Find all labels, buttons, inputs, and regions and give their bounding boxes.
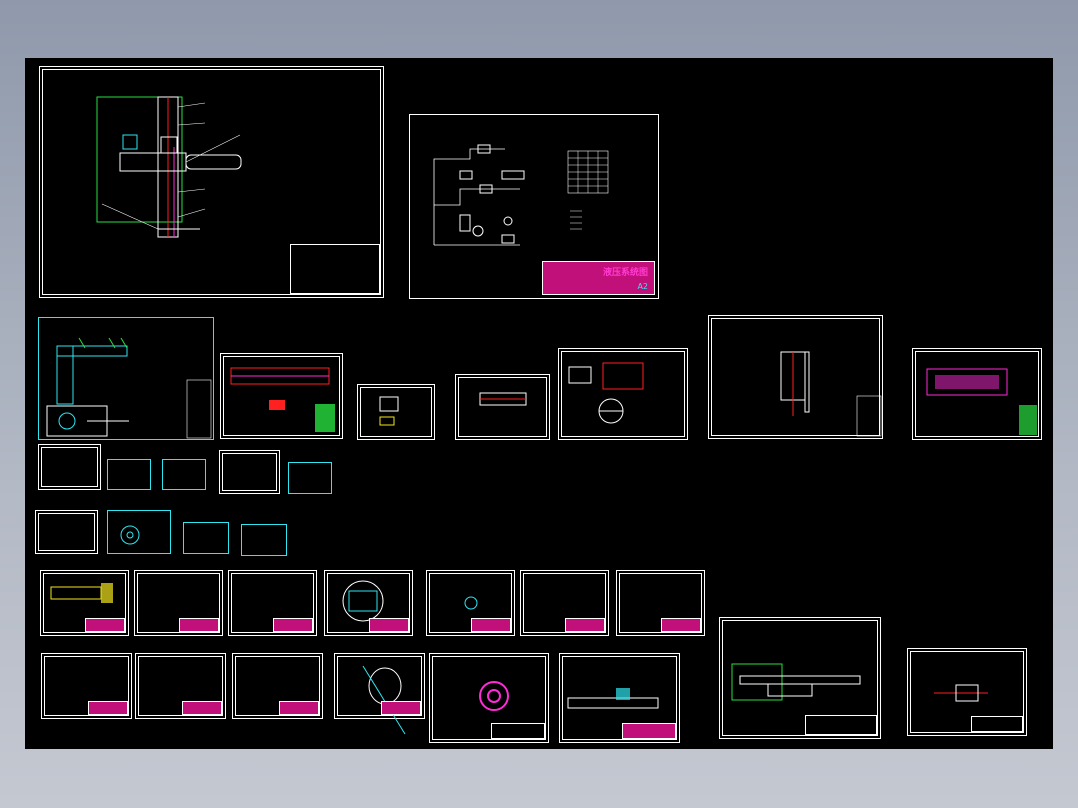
drawing-sheet-r5-5[interactable] [429, 653, 549, 743]
drawing-sheet-cylinder-red[interactable] [220, 353, 343, 439]
title-block [971, 716, 1023, 732]
drawing-sheet-r5-3[interactable] [232, 653, 323, 719]
part-drawing [379, 396, 399, 426]
drawing-sheet-small-3[interactable] [162, 459, 206, 490]
drawing-sheet-wrist[interactable] [912, 348, 1042, 440]
drawing-sheet-r5-1[interactable] [41, 653, 132, 719]
drawing-sheet-gripper[interactable] [558, 348, 688, 440]
drawing-sheet-column[interactable] [708, 315, 883, 439]
drawing-sheet-hydraulic[interactable]: 液压系统图 A2 [409, 114, 659, 299]
cylinder-section-drawing [230, 367, 335, 432]
title-block [805, 715, 877, 735]
drawing-sheet-small-7[interactable] [107, 510, 171, 554]
drawing-sheet-small-5[interactable] [288, 462, 332, 494]
title-block [471, 618, 511, 632]
sheet-size-mark: A2 [637, 282, 648, 291]
title-block [661, 618, 701, 632]
title-block [279, 701, 319, 715]
drawing-sheet-r4-2[interactable] [134, 570, 223, 636]
column-drawing [780, 351, 882, 437]
drawing-sheet-r4-6[interactable] [520, 570, 609, 636]
title-block [369, 618, 409, 632]
drawing-sheet-small-4[interactable] [219, 450, 280, 494]
gripper-drawing [568, 362, 644, 424]
arm-layout-drawing [46, 337, 212, 439]
drawing-sheet-small-9[interactable] [241, 524, 287, 556]
title-block [491, 723, 545, 739]
title-block [273, 618, 313, 632]
drawing-sheet-small-8[interactable] [183, 522, 229, 554]
title-block [182, 701, 222, 715]
part-drawing [479, 392, 527, 406]
drawing-sheet-small-1[interactable] [38, 444, 101, 490]
drawing-sheet-small-2[interactable] [107, 459, 151, 490]
drawing-sheet-r4-4[interactable] [324, 570, 413, 636]
drawing-sheet-part-a[interactable] [357, 384, 435, 440]
drawing-sheet-small-6[interactable] [35, 510, 98, 554]
title-block [85, 618, 125, 632]
title-block [290, 244, 380, 294]
title-block: 液压系统图 A2 [542, 261, 655, 295]
wrist-drawing [926, 368, 1037, 435]
drawing-sheet-r4-7[interactable] [616, 570, 705, 636]
drawing-sheet-r4-5[interactable] [426, 570, 515, 636]
drawing-sheet-assembly[interactable] [39, 66, 384, 298]
cad-model-space[interactable]: 液压系统图 A2 [25, 58, 1053, 749]
title-block [179, 618, 219, 632]
sheet-title: 液压系统图 [603, 268, 649, 278]
drawing-sheet-r5-2[interactable] [135, 653, 226, 719]
title-block [381, 701, 421, 715]
drawing-sheet-arm-layout[interactable] [38, 317, 214, 440]
drawing-sheet-part-b[interactable] [455, 374, 550, 440]
drawing-sheet-r4-3[interactable] [228, 570, 317, 636]
drawing-sheet-r5-6[interactable] [559, 653, 680, 743]
drawing-sheet-r5-4[interactable] [334, 653, 425, 735]
title-block [565, 618, 605, 632]
drawing-sheet-r5-7[interactable] [719, 617, 881, 739]
drawing-sheet-r5-8[interactable] [907, 648, 1027, 736]
drawing-sheet-r4-1[interactable] [40, 570, 129, 636]
title-block [622, 723, 676, 739]
title-block [88, 701, 128, 715]
gear-drawing [120, 525, 140, 545]
